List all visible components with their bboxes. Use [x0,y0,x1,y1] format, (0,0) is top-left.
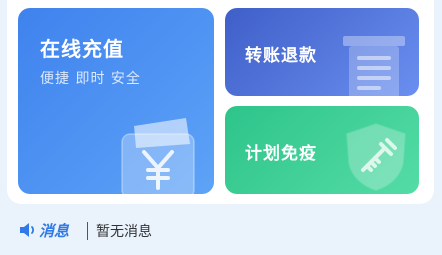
online-recharge-card[interactable]: 在线充值 便捷 即时 安全 [18,8,214,194]
message-label: 消息 [39,222,70,240]
planned-immunization-title: 计划免疫 [245,144,317,164]
message-text: 暂无消息 [96,224,152,240]
ledger-icon [343,36,405,96]
transfer-refund-card[interactable]: 转账退款 [225,8,419,96]
online-recharge-title: 在线充值 [40,37,124,61]
speaker-icon [20,223,35,237]
planned-immunization-card[interactable]: 计划免疫 [225,106,419,194]
wallet-yen-icon [121,118,195,194]
message-bar[interactable]: 消息 暂无消息 [7,205,434,255]
transfer-refund-title: 转账退款 [245,46,317,66]
vaccine-shield-icon [345,122,407,192]
online-recharge-subtitle: 便捷 即时 安全 [40,71,141,87]
message-divider [87,222,88,240]
